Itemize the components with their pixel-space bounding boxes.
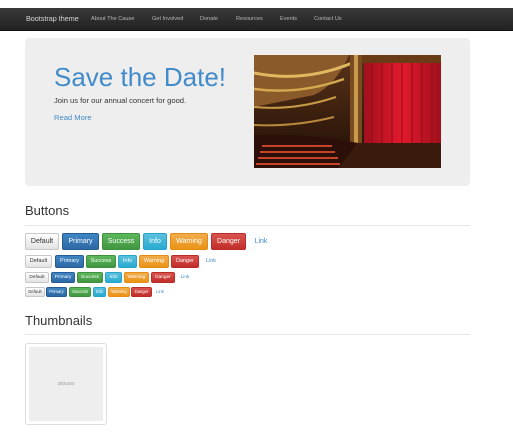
buttons-divider — [25, 225, 470, 226]
primary-button-large[interactable]: Primary — [62, 233, 99, 250]
default-button-xs[interactable]: Default — [25, 287, 45, 297]
navbar: Bootstrap theme About The Cause Get Invo… — [0, 8, 513, 31]
buttons-heading: Buttons — [25, 203, 70, 218]
danger-button-small[interactable]: Danger — [151, 272, 175, 283]
nav-item-about[interactable]: About The Cause — [91, 16, 134, 22]
info-button-xs[interactable]: Info — [93, 287, 106, 297]
warning-button-xs[interactable]: Warning — [108, 287, 130, 297]
navbar-brand[interactable]: Bootstrap theme — [26, 14, 79, 23]
thumbnails-divider — [25, 334, 470, 335]
link-button-large[interactable]: Link — [250, 233, 272, 250]
nav-item-donate[interactable]: Donate — [200, 16, 218, 22]
warning-button-large[interactable]: Warning — [170, 233, 208, 250]
warning-button-small[interactable]: Warning — [124, 272, 149, 283]
nav-item-get-involved[interactable]: Get Involved — [152, 16, 183, 22]
nav-item-events[interactable]: Events — [280, 16, 297, 22]
success-button-xs[interactable]: Success — [69, 287, 91, 297]
jumbotron-lead: Join us for our annual concert for good. — [54, 96, 187, 105]
danger-button-large[interactable]: Danger — [211, 233, 246, 250]
jumbotron: Save the Date! Join us for our annual co… — [25, 38, 470, 186]
primary-button[interactable]: Primary — [55, 255, 84, 268]
thumbnails-heading: Thumbnails — [25, 313, 93, 328]
nav-item-resources[interactable]: Resources — [236, 16, 263, 22]
link-button-small[interactable]: Link — [177, 272, 193, 283]
default-button-small[interactable]: Default — [25, 272, 49, 283]
concert-hall-image — [254, 55, 441, 168]
warning-button[interactable]: Warning — [139, 255, 169, 268]
info-button[interactable]: Info — [118, 255, 137, 268]
success-button-large[interactable]: Success — [102, 233, 140, 250]
danger-button[interactable]: Danger — [171, 255, 199, 268]
jumbotron-title: Save the Date! — [54, 62, 226, 92]
primary-button-xs[interactable]: Primary — [46, 287, 67, 297]
link-button[interactable]: Link — [202, 255, 220, 268]
thumbnail[interactable]: 300x200 — [25, 343, 107, 425]
thumbnail-placeholder: 300x200 — [29, 347, 103, 421]
info-button-small[interactable]: Info — [105, 272, 122, 283]
default-button-large[interactable]: Default — [25, 233, 59, 250]
link-button-xs[interactable]: Link — [153, 287, 167, 297]
thumbnail-size-label: 300x200 — [57, 381, 75, 386]
top-strip — [0, 0, 513, 8]
info-button-large[interactable]: Info — [143, 233, 167, 250]
danger-button-xs[interactable]: Danger — [131, 287, 152, 297]
nav-item-contact[interactable]: Contact Us — [314, 16, 342, 22]
primary-button-small[interactable]: Primary — [51, 272, 75, 283]
read-more-link[interactable]: Read More — [54, 113, 92, 122]
success-button-small[interactable]: Success — [77, 272, 103, 283]
default-button[interactable]: Default — [25, 255, 52, 268]
success-button[interactable]: Success — [86, 255, 116, 268]
